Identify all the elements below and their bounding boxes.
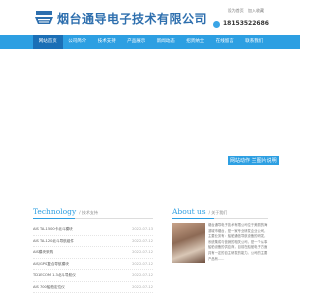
phone-number: 18153522686 bbox=[223, 20, 269, 27]
top-links: 设为首页 加入收藏 bbox=[225, 8, 264, 14]
list-item-date: 2022-07-12 bbox=[132, 284, 153, 289]
about-image bbox=[172, 223, 205, 263]
banner: 网站动作 兰图片说明 bbox=[0, 49, 300, 181]
list-item[interactable]: AIS模块采购 2022-07-12 bbox=[33, 247, 153, 259]
set-homepage-link[interactable]: 设为首页 bbox=[228, 8, 244, 13]
list-item[interactable]: AIS TA-1500卡北斗模块 2022-07-13 bbox=[33, 224, 153, 236]
nav-item-message[interactable]: 在线留言 bbox=[210, 35, 240, 49]
tech-list: AIS TA-1500卡北斗模块 2022-07-13 AIS TA-120北斗导… bbox=[33, 224, 153, 293]
tech-title-rest: echnology bbox=[37, 207, 77, 216]
list-item-title[interactable]: AIS TA-120北斗导航组件 bbox=[33, 236, 74, 247]
list-item-title[interactable]: TD1ECOM 1.3北斗导航仪 bbox=[33, 270, 76, 281]
company-name: 烟台通导电子技术有限公司 bbox=[57, 12, 208, 26]
nav-item-jobs[interactable]: 招贤纳士 bbox=[181, 35, 211, 49]
about-section-title: About us / 关于我们 bbox=[172, 207, 268, 216]
nav-item-about[interactable]: 公司简介 bbox=[63, 35, 93, 49]
about-divider bbox=[172, 218, 268, 219]
nav-item-contact[interactable]: 联系我们 bbox=[240, 35, 270, 49]
about-section: About us / 关于我们 烟台通导电子技术有限公司位于美丽的海滨城市烟台，… bbox=[172, 207, 268, 263]
nav-item-news[interactable]: 新闻动态 bbox=[151, 35, 181, 49]
list-item[interactable]: AIS TA-120北斗导航组件 2022-07-12 bbox=[33, 236, 153, 247]
main-nav: 网站首页 公司简介 技术支持 产品展示 新闻动态 招贤纳士 在线留言 联系我们 bbox=[0, 35, 300, 49]
list-item-title[interactable]: AIS 700船舶定位仪 bbox=[33, 282, 65, 293]
list-item-date: 2022-07-12 bbox=[132, 250, 153, 254]
add-favorite-link[interactable]: 加入收藏 bbox=[248, 8, 264, 13]
nav-item-products[interactable]: 产品展示 bbox=[122, 35, 152, 49]
list-item-title[interactable]: AIS模块采购 bbox=[33, 247, 53, 258]
tech-title-zh: / 技术支持 bbox=[79, 210, 98, 215]
list-item[interactable]: TD1ECOM 1.3北斗导航仪 2022-07-12 bbox=[33, 270, 153, 282]
phone-icon bbox=[213, 21, 220, 28]
list-item-date: 2022-07-12 bbox=[132, 238, 153, 243]
about-title-zh: / 关于我们 bbox=[208, 210, 228, 215]
banner-caption[interactable]: 网站动作 兰图片说明 bbox=[228, 156, 279, 165]
tech-section-title: Technology / 技术支持 bbox=[33, 207, 153, 216]
list-item-date: 2022-07-12 bbox=[132, 261, 153, 266]
list-item-date: 2022-07-12 bbox=[132, 273, 153, 277]
about-text: 烟台通导电子技术有限公司位于美丽的海滨城市烟台，是一家专业研发企业公司，主要业务… bbox=[208, 223, 268, 261]
tech-divider bbox=[33, 218, 153, 219]
list-item-title[interactable]: AIS/GPS复合导航模块 bbox=[33, 259, 69, 270]
about-title-en: About us bbox=[172, 207, 206, 216]
list-item[interactable]: AIS 700船舶定位仪 2022-07-12 bbox=[33, 282, 153, 293]
tech-support-section: Technology / 技术支持 AIS TA-1500卡北斗模块 2022-0… bbox=[33, 207, 153, 293]
nav-item-tech[interactable]: 技术支持 bbox=[92, 35, 122, 49]
nav-item-home[interactable]: 网站首页 bbox=[33, 35, 63, 49]
company-logo-icon bbox=[35, 11, 53, 24]
list-item-title[interactable]: AIS TA-1500卡北斗模块 bbox=[33, 224, 73, 235]
list-item-date: 2022-07-13 bbox=[132, 227, 153, 231]
list-item[interactable]: AIS/GPS复合导航模块 2022-07-12 bbox=[33, 259, 153, 270]
